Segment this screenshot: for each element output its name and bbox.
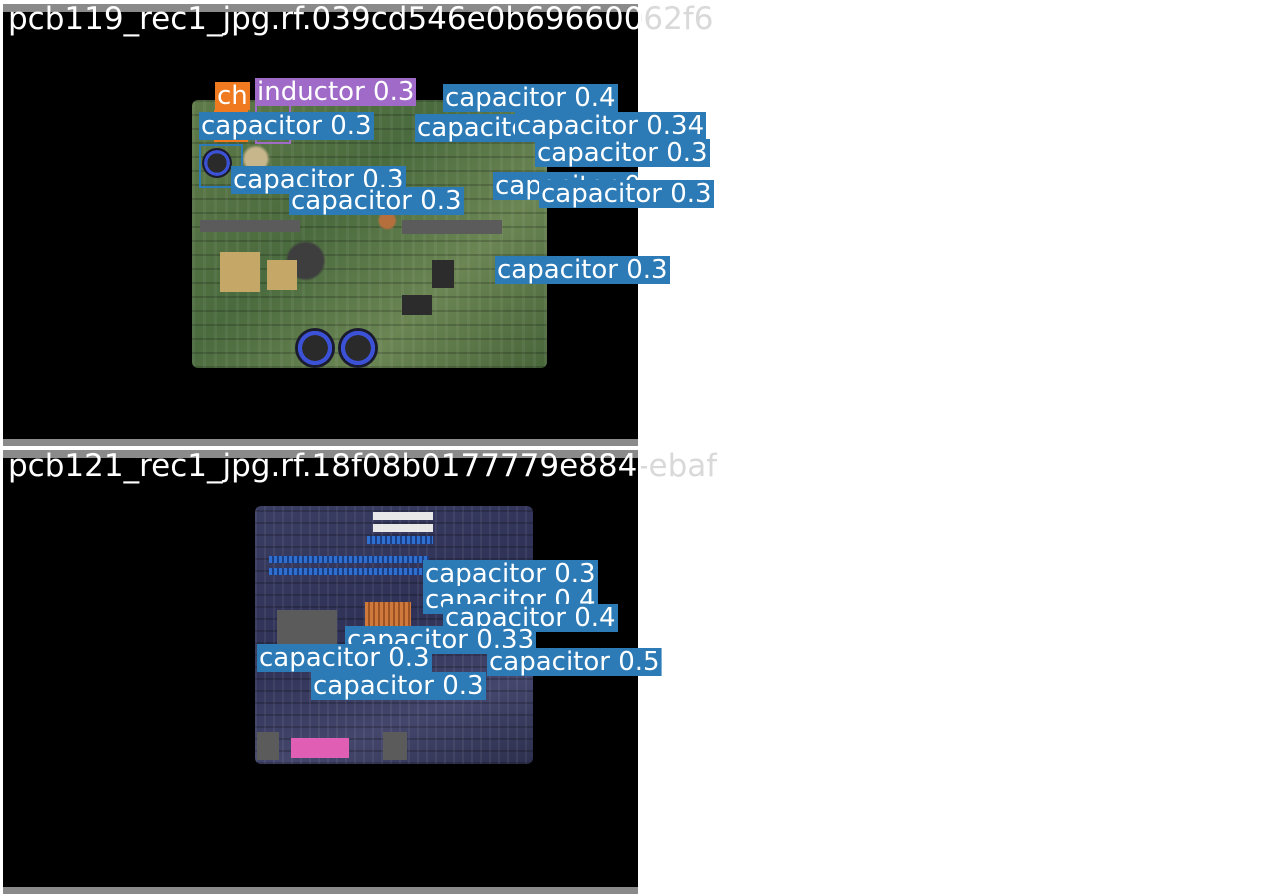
image-title: pcb119_rec1_jpg.rf.039cd546e0b69660062f6 xyxy=(8,4,638,37)
parallel-port xyxy=(291,738,349,758)
ic-component xyxy=(432,260,454,288)
detection-label-overflow: capacitor 0.3 xyxy=(539,179,714,209)
image-bottom-strip xyxy=(3,887,638,894)
detection-label: capacitor 0.3 xyxy=(199,111,374,141)
transformer-component xyxy=(220,252,260,292)
detection-label: capacitor 0.3 xyxy=(289,186,464,216)
detection-label: inductor 0.3 xyxy=(255,77,417,107)
ic-component xyxy=(402,295,432,315)
detection-image-1: pcb119_rec1_jpg.rf.039cd546e0b69660062f6… xyxy=(3,4,638,446)
detection-label: capacitor 0.3 xyxy=(423,559,598,589)
pci-slot xyxy=(373,512,433,520)
pci-slot xyxy=(367,536,433,544)
detection-image-2: pcb121_rec1_jpg.rf.18f08b0177779e884-eba… xyxy=(3,450,638,894)
detection-label-overflow: capacitor 0.3 xyxy=(495,255,670,285)
detection-label-overflow: capacitor 0.34 xyxy=(515,111,707,141)
capacitor-component xyxy=(295,328,335,368)
transformer-component xyxy=(267,260,297,290)
image-title: pcb121_rec1_jpg.rf.18f08b0177779e884-eba… xyxy=(8,450,638,484)
ram-slot xyxy=(269,568,429,575)
image-bottom-strip xyxy=(3,439,638,446)
detection-label: capacitor 0.3 xyxy=(257,643,432,673)
detection-label-overflow: capacitor 0.3 xyxy=(535,138,710,168)
detection-label: ch xyxy=(215,81,250,111)
detection-label: capacitor 0.3 xyxy=(311,671,486,701)
pci-slot xyxy=(373,524,433,532)
detection-label: capacitor 0.4 xyxy=(443,83,618,113)
ram-slot xyxy=(269,556,429,563)
io-port xyxy=(257,732,279,760)
detection-label: capacitor 0.5 xyxy=(487,648,638,676)
capacitor-component xyxy=(338,328,378,368)
heatsink-component xyxy=(402,220,502,234)
heatsink-component xyxy=(200,220,300,232)
io-port xyxy=(383,732,407,760)
